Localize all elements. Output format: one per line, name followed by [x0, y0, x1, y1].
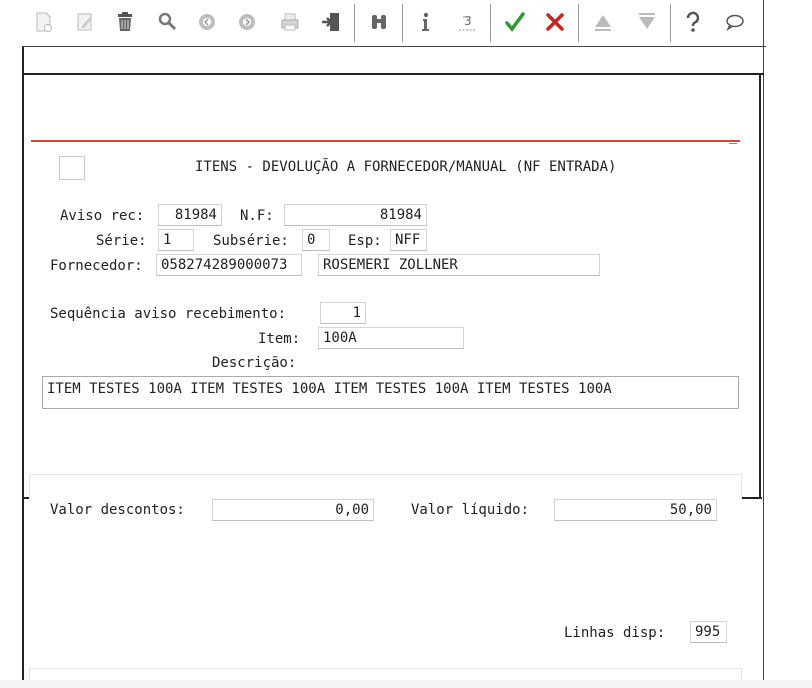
frame-left-border: [22, 46, 24, 688]
valor-liquido-label: Valor líquido:: [411, 502, 530, 518]
sequencia-label: Sequência aviso recebimento:: [50, 306, 287, 322]
aviso-rec-label: Aviso rec:: [60, 208, 145, 224]
serie-field[interactable]: 1: [158, 229, 194, 251]
fornecedor-code-field[interactable]: 058274289000073: [156, 254, 302, 276]
serie-label: Série:: [96, 233, 147, 249]
grid-panel: [29, 474, 742, 499]
nf-label: N.F:: [240, 208, 274, 224]
valor-descontos-label: Valor descontos:: [50, 502, 185, 518]
comment-icon[interactable]: [720, 7, 750, 37]
sum-icon[interactable]: 3: [452, 7, 482, 37]
descricao-field[interactable]: ITEM TESTES 100A ITEM TESTES 100A ITEM T…: [42, 376, 739, 409]
frame-right-border: [763, 0, 764, 688]
toolbar-separator: [490, 4, 491, 42]
valor-liquido-field[interactable]: 50,00: [554, 499, 717, 521]
triangle-up-icon[interactable]: [588, 7, 618, 37]
esp-label: Esp:: [348, 233, 382, 249]
binoculars-icon[interactable]: [364, 7, 394, 37]
exit-icon[interactable]: [316, 7, 346, 37]
toolbar-separator: [670, 4, 671, 42]
esp-field[interactable]: NFF: [390, 229, 427, 251]
dialog-top-border: [22, 73, 764, 75]
valor-descontos-field[interactable]: 0,00: [212, 499, 374, 521]
nf-field[interactable]: 81984: [284, 204, 427, 226]
svg-text:3: 3: [464, 14, 472, 28]
subserie-field[interactable]: 0: [302, 229, 330, 251]
header-accent-line: [31, 140, 740, 142]
select-checkbox[interactable]: [59, 156, 85, 180]
subserie-label: Subsérie:: [213, 233, 289, 249]
print-icon[interactable]: [275, 7, 305, 37]
triangle-down-icon[interactable]: [632, 7, 662, 37]
aviso-rec-field[interactable]: 81984: [158, 204, 222, 226]
fornecedor-name-field[interactable]: ROSEMERI ZOLLNER: [318, 254, 600, 276]
frame-top-border: [22, 46, 766, 47]
check-icon[interactable]: [500, 7, 530, 37]
linhas-disp-field[interactable]: 995: [690, 621, 727, 643]
toolbar: 3: [0, 0, 765, 46]
toolbar-separator: [402, 4, 403, 42]
circle-left-icon[interactable]: [192, 7, 222, 37]
new-doc-icon[interactable]: [28, 7, 58, 37]
bottom-strip: [0, 680, 812, 688]
sequencia-field[interactable]: 1: [320, 302, 366, 324]
search-icon[interactable]: [152, 7, 182, 37]
descricao-label: Descrição:: [212, 355, 297, 371]
edit-icon[interactable]: [70, 7, 100, 37]
fornecedor-label: Fornecedor:: [50, 258, 143, 274]
dialog-title: ITENS - DEVOLUÇÃO A FORNECEDOR/MANUAL (N…: [195, 159, 617, 175]
item-label: Item:: [258, 331, 301, 347]
toolbar-separator: [354, 4, 355, 42]
item-field[interactable]: 100A: [318, 327, 464, 349]
trash-icon[interactable]: [110, 7, 140, 37]
header-accent-tick: [729, 143, 737, 144]
help-icon[interactable]: [678, 7, 708, 37]
info-icon[interactable]: [411, 7, 441, 37]
dialog-right-border: [759, 73, 761, 498]
cancel-icon[interactable]: [540, 7, 570, 37]
toolbar-separator: [578, 4, 579, 42]
circle-right-icon[interactable]: [232, 7, 262, 37]
linhas-disp-label: Linhas disp:: [564, 625, 666, 641]
